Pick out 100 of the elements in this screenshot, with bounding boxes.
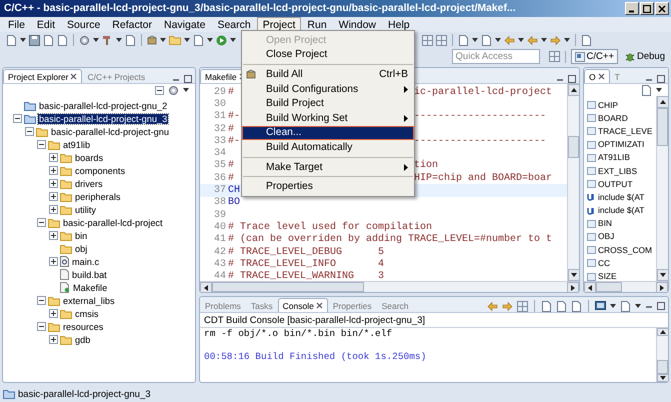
outline-item[interactable]: include $(AT	[598, 205, 644, 216]
scroll-right-button[interactable]	[567, 282, 579, 292]
outline-item[interactable]: AT91LIB	[598, 152, 630, 162]
menu-item[interactable]: Build Working Set	[242, 110, 414, 126]
menu-item[interactable]: Build Automatically	[242, 140, 414, 155]
view-tab[interactable]: Problems	[200, 298, 246, 312]
tree-item[interactable]: at91lib	[62, 140, 92, 150]
scroll-up-button[interactable]	[568, 84, 579, 96]
outline-item[interactable]: CC	[598, 258, 610, 268]
vertical-scrollbar[interactable]	[656, 96, 668, 281]
arrow-left-icon	[527, 34, 538, 46]
scroll-up-button[interactable]	[656, 328, 668, 336]
collapse-icon	[37, 296, 46, 305]
line-number: 39	[212, 210, 227, 221]
scroll-thumb[interactable]	[596, 282, 622, 292]
menu-item[interactable]: Close Project	[242, 48, 414, 62]
scroll-thumb[interactable]	[657, 360, 668, 374]
menu-item[interactable]: Properties	[242, 179, 414, 194]
include-icon	[587, 192, 596, 202]
tree-item[interactable]: basic-parallel-lcd-project-gnu_3	[38, 114, 168, 124]
code-text: # (can be overriden by adding TRACE_LEVEL=#number to t	[228, 234, 552, 246]
outline-item[interactable]: BIN	[598, 218, 612, 228]
vertical-scrollbar[interactable]	[656, 328, 668, 382]
caret-icon	[116, 38, 122, 42]
tree-item[interactable]: basic-parallel-lcd-project-gnu_2	[38, 100, 168, 110]
menu-item[interactable]: Refactor	[106, 16, 158, 32]
outline-item[interactable]: TRACE_LEVE	[598, 126, 652, 136]
menu-item[interactable]: Source	[61, 16, 106, 32]
tree-item[interactable]: basic-parallel-lcd-project	[62, 218, 164, 228]
tree-item[interactable]: components	[74, 166, 126, 176]
tree-item[interactable]: cmsis	[74, 308, 100, 318]
horizontal-scrollbar[interactable]	[584, 281, 668, 292]
tree-item[interactable]: obj	[74, 244, 88, 254]
scroll-down-button[interactable]	[568, 269, 579, 281]
outline-item[interactable]: OBJ	[598, 231, 614, 242]
scroll-down-button[interactable]	[656, 269, 668, 281]
tree-item[interactable]: utility	[74, 204, 97, 214]
menu-item[interactable]: Run	[301, 16, 333, 32]
close-button[interactable]	[655, 2, 669, 15]
outline-item[interactable]: CHIP	[598, 100, 618, 110]
tree-item[interactable]: peripherals	[74, 192, 122, 202]
menu-item[interactable]: Search	[211, 16, 257, 32]
tree-item[interactable]: external_libs	[62, 296, 116, 306]
vertical-scrollbar[interactable]	[567, 84, 579, 281]
view-tab[interactable]: O	[584, 69, 610, 83]
maximize-button[interactable]	[640, 2, 654, 15]
tree-item[interactable]: boards	[74, 152, 104, 162]
quick-access-field[interactable]: Quick Access	[452, 49, 540, 64]
tree-item[interactable]: main.c	[71, 256, 100, 266]
outline-item[interactable]: OPTIMIZATI	[598, 139, 644, 150]
scroll-left-button[interactable]	[584, 282, 596, 292]
horizontal-scrollbar[interactable]	[200, 281, 579, 292]
menu-item[interactable]: Build Project	[242, 96, 414, 111]
perspective-button[interactable]: Debug	[621, 49, 669, 64]
scroll-left-button[interactable]	[200, 282, 212, 292]
tree-item[interactable]: Makefile	[72, 282, 108, 292]
maximize-icon	[657, 75, 665, 83]
view-tab[interactable]: C/C++ Projects	[82, 69, 150, 83]
view-tab[interactable]: Tasks	[246, 298, 278, 312]
menu-item[interactable]: Build Configurations	[242, 82, 414, 96]
project-icon	[24, 114, 36, 124]
doc-icon	[581, 34, 592, 46]
submenu-arrow-icon	[404, 164, 408, 171]
scroll-thumb[interactable]	[657, 108, 668, 146]
outline-item[interactable]: EXT_LIBS	[598, 166, 638, 176]
outline-item[interactable]: SIZE	[598, 271, 617, 281]
line-number: 32	[212, 124, 227, 135]
outline-item[interactable]: BOARD	[598, 112, 628, 123]
caret-icon	[93, 38, 99, 42]
tree-item[interactable]: bin	[74, 230, 88, 240]
perspective-button[interactable]: C/C++	[570, 49, 618, 64]
tree-item[interactable]: build.bat	[71, 270, 108, 280]
menu-item[interactable]: Clean...	[242, 126, 414, 140]
view-tab[interactable]: Search	[376, 298, 414, 312]
minimize-button[interactable]	[625, 2, 639, 15]
outline-item[interactable]: include $(AT	[598, 192, 644, 202]
scroll-right-button[interactable]	[656, 282, 668, 292]
view-tab[interactable]: Properties	[328, 298, 377, 312]
scroll-thumb[interactable]	[212, 282, 364, 292]
outline-item[interactable]: CROSS_COM	[598, 244, 652, 255]
code-text: BO	[228, 197, 240, 208]
view-tab[interactable]: Console	[278, 298, 328, 312]
tree-item[interactable]: gdb	[74, 334, 92, 344]
menu-item[interactable]: Build All Ctrl+B	[242, 67, 414, 82]
menu-item[interactable]: Make Target	[242, 160, 414, 174]
scroll-up-button[interactable]	[656, 96, 668, 108]
tree-item[interactable]: resources	[62, 322, 104, 332]
scroll-thumb[interactable]	[568, 136, 579, 158]
view-tab[interactable]: Project Explorer	[3, 69, 82, 83]
menu-item[interactable]: File	[2, 16, 31, 32]
tree-item[interactable]: basic-parallel-lcd-project-gnu	[50, 126, 170, 136]
menu-item[interactable]: Help	[382, 16, 416, 32]
menu-item[interactable]: Edit	[30, 16, 62, 32]
view-tab[interactable]: T	[610, 69, 625, 83]
doc-icon	[57, 34, 68, 46]
tree-item[interactable]: drivers	[74, 178, 104, 188]
outline-item[interactable]: OUTPUT	[598, 178, 632, 189]
menu-item[interactable]: Window	[332, 16, 382, 32]
status-text: basic-parallel-lcd-project-gnu_3	[18, 388, 151, 400]
menu-item[interactable]: Navigate	[158, 16, 212, 32]
